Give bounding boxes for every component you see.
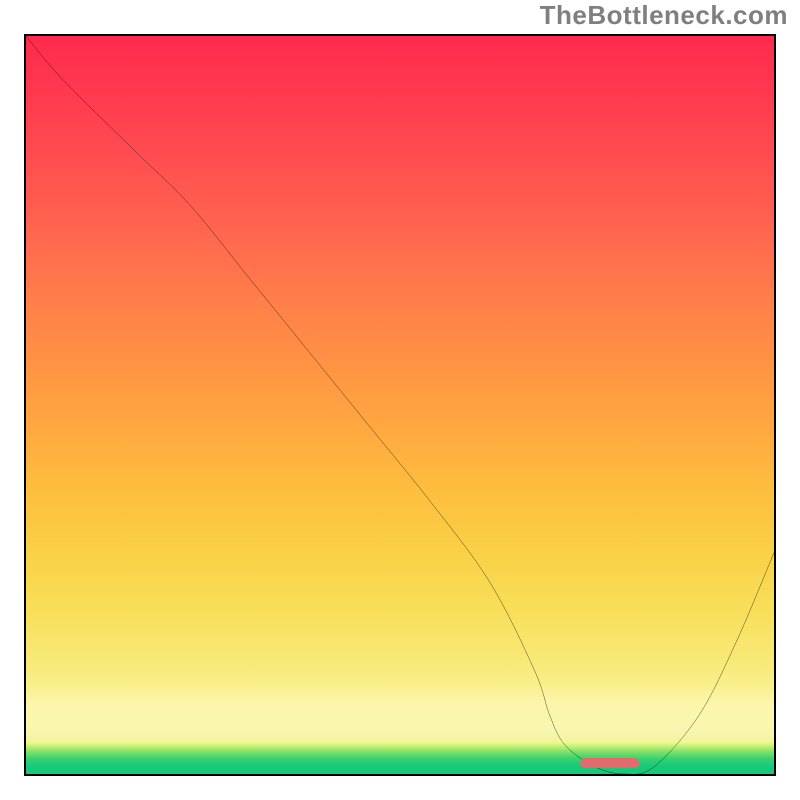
optimal-range-marker [580,758,640,768]
bottleneck-curve [26,36,774,774]
chart-container: TheBottleneck.com [0,0,800,800]
watermark-text: TheBottleneck.com [540,0,788,31]
curve-path [26,36,774,774]
plot-area [24,34,776,776]
